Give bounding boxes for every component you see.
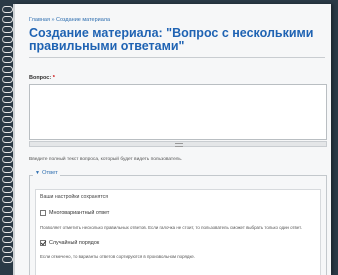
question-label-text: Вопрос: <box>29 75 52 81</box>
random-order-label: Случайный порядок <box>49 240 100 246</box>
textarea-resize-grip[interactable] <box>29 141 327 147</box>
spiral-ring <box>2 156 13 163</box>
grip-lines-icon <box>175 143 183 147</box>
spiral-ring <box>2 66 13 73</box>
notebook-spiral-binding <box>0 0 14 275</box>
required-mark: * <box>52 75 55 81</box>
spiral-ring <box>2 136 13 143</box>
spiral-ring <box>2 126 13 133</box>
random-order-checkbox[interactable] <box>40 240 46 246</box>
multiple-answer-checkbox[interactable] <box>40 210 46 216</box>
answer-fieldset-toggle[interactable]: ▼ Ответ <box>33 170 60 176</box>
question-label: Вопрос: * <box>29 75 55 81</box>
spiral-ring <box>2 36 13 43</box>
title-divider <box>29 57 325 58</box>
spiral-ring <box>2 236 13 243</box>
spiral-ring <box>2 96 13 103</box>
multiple-answer-label: Многовариантный ответ <box>49 210 110 216</box>
spiral-ring <box>2 226 13 233</box>
saved-note: Ваши настройки сохранятся <box>40 194 109 200</box>
answer-settings-panel: Ваши настройки сохранятся Многовариантны… <box>35 189 321 275</box>
answer-legend-label: Ответ <box>41 170 58 176</box>
spiral-ring <box>2 86 13 93</box>
multiple-answer-option[interactable]: Многовариантный ответ <box>40 210 109 216</box>
spiral-ring <box>2 186 13 193</box>
spiral-ring <box>2 146 13 153</box>
random-order-option[interactable]: Случайный порядок <box>40 240 99 246</box>
question-help-text: Введите полный текст вопроса, который бу… <box>29 157 183 162</box>
spiral-ring <box>2 46 13 53</box>
breadcrumb[interactable]: Главная » Создание материала <box>29 17 110 23</box>
spiral-ring <box>2 176 13 183</box>
spiral-ring <box>2 246 13 253</box>
spiral-ring <box>2 26 13 33</box>
spiral-ring <box>2 106 13 113</box>
page-title: Создание материала: "Вопрос с нескольким… <box>29 26 314 53</box>
spiral-ring <box>2 216 13 223</box>
question-textarea[interactable] <box>29 84 327 140</box>
spiral-ring <box>2 16 13 23</box>
spiral-ring <box>2 116 13 123</box>
spiral-ring <box>2 76 13 83</box>
spiral-ring <box>2 256 13 263</box>
page-sheet: Главная » Создание материала Создание ма… <box>13 4 331 275</box>
spiral-ring <box>2 56 13 63</box>
triangle-down-icon: ▼ <box>35 170 40 176</box>
spiral-ring <box>2 206 13 213</box>
spiral-ring <box>2 196 13 203</box>
multiple-answer-description: Позволяет отметить несколько правильных … <box>40 225 302 230</box>
spiral-ring <box>2 6 13 13</box>
random-order-description: Если отмечено, то варианты ответов сорти… <box>40 254 196 259</box>
spiral-ring <box>2 166 13 173</box>
